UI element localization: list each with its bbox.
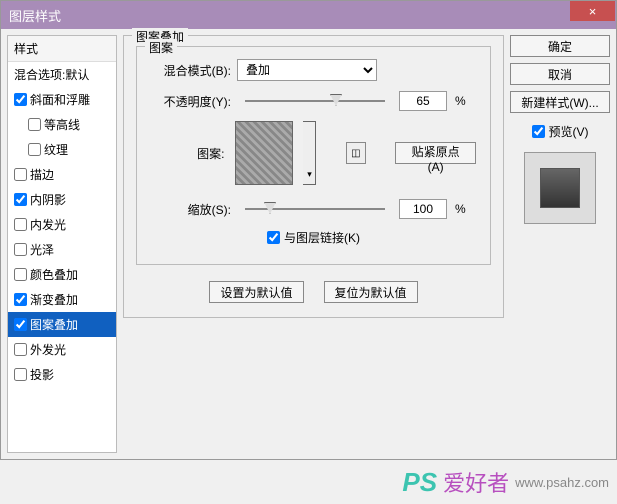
- sidebar-header: 样式: [8, 36, 116, 62]
- sidebar-item-10[interactable]: 外发光: [8, 337, 116, 362]
- link-layer-label: 与图层链接(K): [284, 229, 360, 246]
- preview-checkbox[interactable]: [532, 125, 545, 138]
- blend-mode-select[interactable]: 叠加: [237, 59, 377, 81]
- watermark-url: www.psahz.com: [515, 475, 609, 490]
- sidebar-item-9[interactable]: 图案叠加: [8, 312, 116, 337]
- opacity-label: 不透明度(Y):: [151, 93, 231, 110]
- pattern-swatch[interactable]: [235, 121, 294, 185]
- blend-mode-label: 混合模式(B):: [151, 62, 231, 79]
- sidebar-label-11: 投影: [30, 366, 54, 383]
- content-area: 样式 混合选项:默认 斜面和浮雕等高线纹理描边内阴影内发光光泽颜色叠加渐变叠加图…: [1, 29, 616, 459]
- scale-thumb[interactable]: [264, 202, 276, 214]
- sidebar-label-0: 斜面和浮雕: [30, 91, 90, 108]
- sidebar-checkbox-4[interactable]: [14, 193, 27, 206]
- sidebar-label-3: 描边: [30, 166, 54, 183]
- sidebar-checkbox-7[interactable]: [14, 268, 27, 281]
- blend-mode-row: 混合模式(B): 叠加: [151, 59, 476, 81]
- sidebar-checkbox-6[interactable]: [14, 243, 27, 256]
- sidebar-item-7[interactable]: 颜色叠加: [8, 262, 116, 287]
- pattern-fieldset: 图案 混合模式(B): 叠加 不透明度(Y): %: [136, 46, 491, 265]
- watermark: PS 爱好者 www.psahz.com: [402, 466, 609, 498]
- sidebar-checkbox-11[interactable]: [14, 368, 27, 381]
- sidebar-blend-options[interactable]: 混合选项:默认: [8, 62, 116, 87]
- pattern-dropdown[interactable]: [303, 121, 316, 185]
- sidebar-label-4: 内阴影: [30, 191, 66, 208]
- set-default-button[interactable]: 设置为默认值: [209, 281, 303, 303]
- link-row: 与图层链接(K): [151, 229, 476, 246]
- titlebar[interactable]: 图层样式 ×: [1, 1, 616, 29]
- sidebar-item-5[interactable]: 内发光: [8, 212, 116, 237]
- sidebar-checkbox-9[interactable]: [14, 318, 27, 331]
- sidebar-checkbox-0[interactable]: [14, 93, 27, 106]
- sidebar-label-8: 渐变叠加: [30, 291, 78, 308]
- right-panel: 确定 取消 新建样式(W)... 预览(V): [510, 35, 610, 453]
- sidebar-checkbox-8[interactable]: [14, 293, 27, 306]
- sidebar-item-4[interactable]: 内阴影: [8, 187, 116, 212]
- sidebar-checkbox-5[interactable]: [14, 218, 27, 231]
- link-layer-checkbox[interactable]: [267, 231, 280, 244]
- preview-label: 预览(V): [549, 123, 589, 140]
- pattern-overlay-fieldset: 图案叠加 图案 混合模式(B): 叠加 不透明度(Y):: [123, 35, 504, 318]
- sidebar-label-2: 纹理: [44, 141, 68, 158]
- inner-legend: 图案: [145, 39, 177, 56]
- sidebar-item-1[interactable]: 等高线: [8, 112, 116, 137]
- sidebar-label-7: 颜色叠加: [30, 266, 78, 283]
- sidebar-blend-label: 混合选项:默认: [14, 66, 89, 83]
- close-button[interactable]: ×: [570, 1, 615, 21]
- watermark-cn: 爱好者: [443, 466, 509, 498]
- sidebar-item-6[interactable]: 光泽: [8, 237, 116, 262]
- sidebar-item-0[interactable]: 斜面和浮雕: [8, 87, 116, 112]
- preview-inner: [540, 168, 580, 208]
- cancel-button[interactable]: 取消: [510, 63, 610, 85]
- new-pattern-icon[interactable]: ◫: [346, 142, 366, 164]
- sidebar-label-6: 光泽: [30, 241, 54, 258]
- sidebar-label-9: 图案叠加: [30, 316, 78, 333]
- snap-origin-button[interactable]: 贴紧原点(A): [395, 142, 476, 164]
- sidebar-checkbox-1[interactable]: [28, 118, 41, 131]
- styles-sidebar: 样式 混合选项:默认 斜面和浮雕等高线纹理描边内阴影内发光光泽颜色叠加渐变叠加图…: [7, 35, 117, 453]
- window-title: 图层样式: [9, 6, 61, 25]
- reset-default-button[interactable]: 复位为默认值: [324, 281, 418, 303]
- preview-row: 预览(V): [510, 123, 610, 140]
- sidebar-item-2[interactable]: 纹理: [8, 137, 116, 162]
- scale-input[interactable]: [399, 199, 447, 219]
- sidebar-item-11[interactable]: 投影: [8, 362, 116, 387]
- sidebar-label-1: 等高线: [44, 116, 80, 133]
- opacity-thumb[interactable]: [330, 94, 342, 106]
- defaults-row: 设置为默认值 复位为默认值: [136, 281, 491, 303]
- sidebar-item-8[interactable]: 渐变叠加: [8, 287, 116, 312]
- sidebar-label-5: 内发光: [30, 216, 66, 233]
- scale-label: 缩放(S):: [151, 201, 231, 218]
- opacity-percent: %: [455, 94, 466, 108]
- scale-slider[interactable]: [245, 208, 385, 210]
- new-style-button[interactable]: 新建样式(W)...: [510, 91, 610, 113]
- ok-button[interactable]: 确定: [510, 35, 610, 57]
- main-panel: 图案叠加 图案 混合模式(B): 叠加 不透明度(Y):: [123, 35, 504, 453]
- scale-row: 缩放(S): %: [151, 199, 476, 219]
- preview-thumbnail: [524, 152, 596, 224]
- sidebar-checkbox-3[interactable]: [14, 168, 27, 181]
- scale-percent: %: [455, 202, 466, 216]
- sidebar-label-10: 外发光: [30, 341, 66, 358]
- sidebar-checkbox-2[interactable]: [28, 143, 41, 156]
- sidebar-item-3[interactable]: 描边: [8, 162, 116, 187]
- opacity-input[interactable]: [399, 91, 447, 111]
- opacity-row: 不透明度(Y): %: [151, 91, 476, 111]
- sidebar-checkbox-10[interactable]: [14, 343, 27, 356]
- dialog-window: 图层样式 × 样式 混合选项:默认 斜面和浮雕等高线纹理描边内阴影内发光光泽颜色…: [0, 0, 617, 460]
- watermark-ps: PS: [402, 467, 437, 498]
- pattern-label: 图案:: [151, 145, 225, 162]
- pattern-row: 图案: ◫ 贴紧原点(A): [151, 121, 476, 185]
- opacity-slider[interactable]: [245, 100, 385, 102]
